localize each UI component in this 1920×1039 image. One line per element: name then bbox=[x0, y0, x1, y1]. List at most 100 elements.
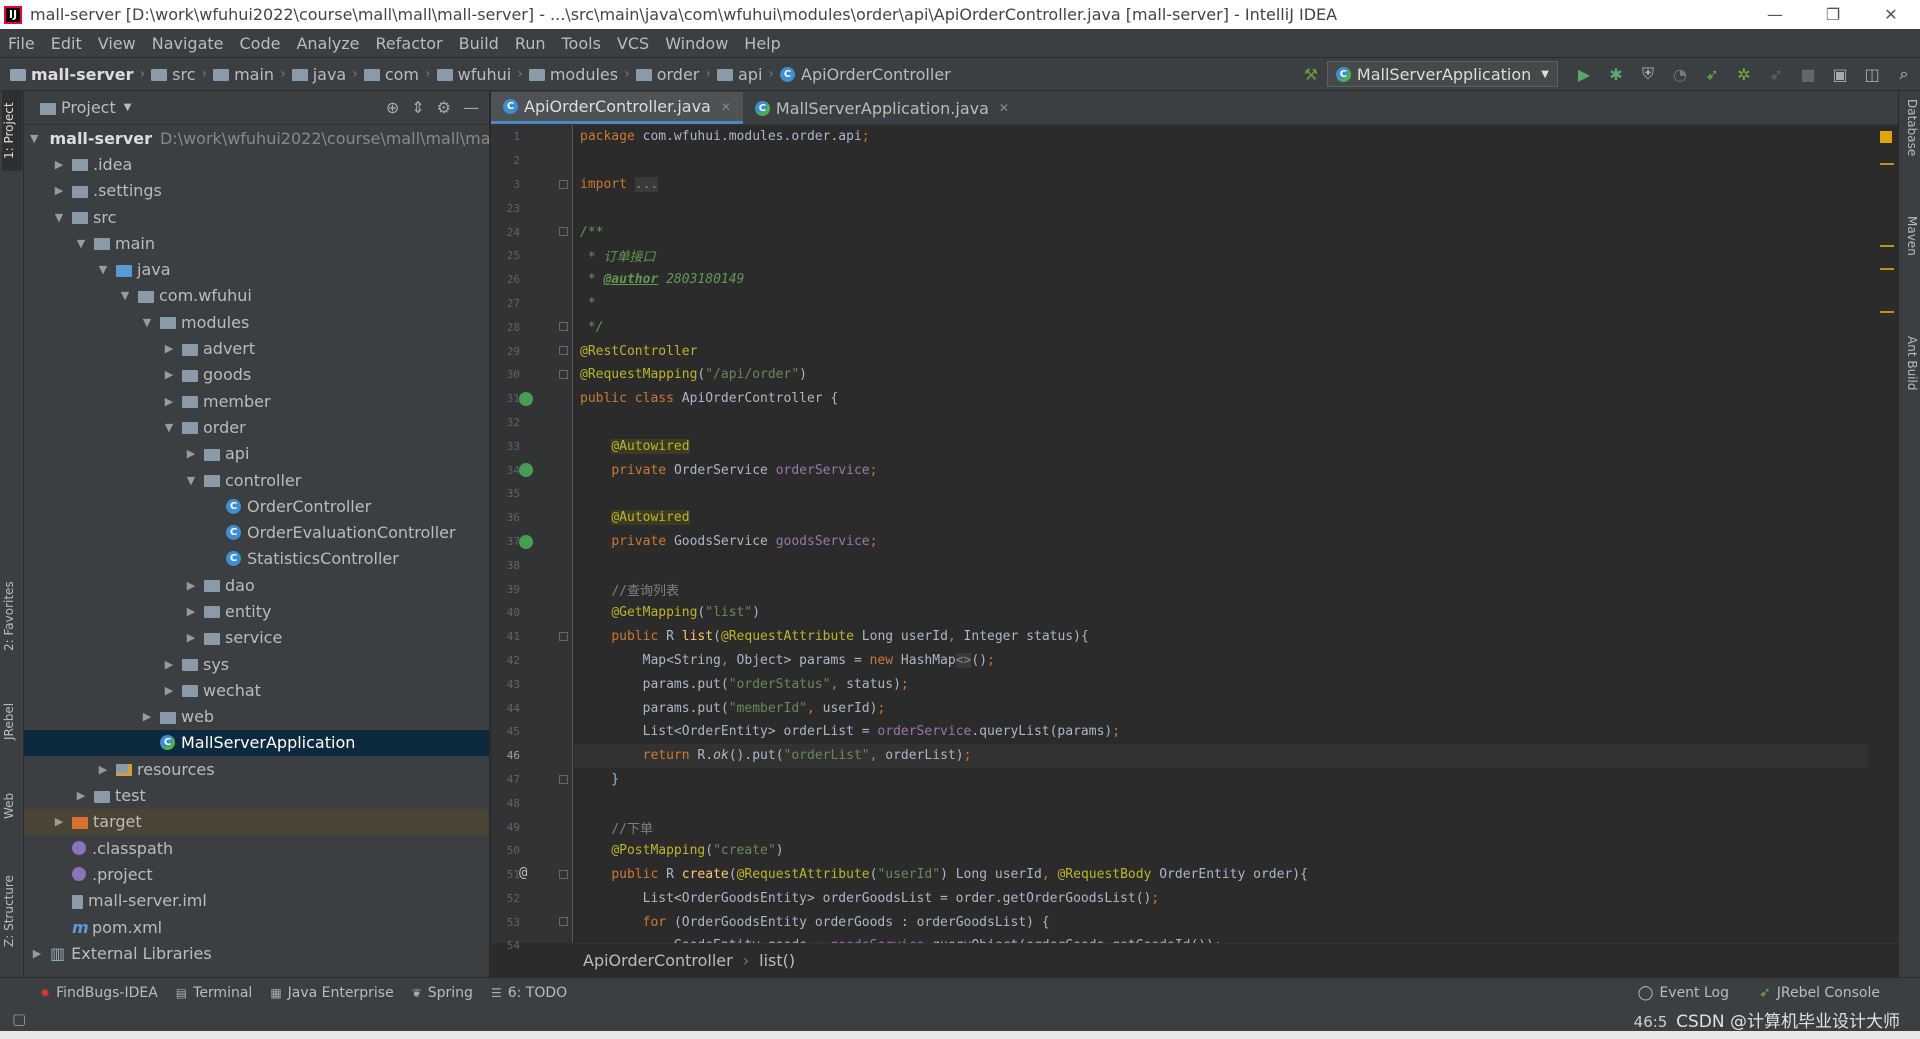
collapsed-arrow-icon[interactable]: ▶ bbox=[140, 710, 154, 723]
tree-node[interactable]: ▶ advert bbox=[24, 335, 489, 361]
collapsed-arrow-icon[interactable]: ▶ bbox=[184, 579, 198, 592]
line-number[interactable]: 44 bbox=[491, 696, 572, 720]
tree-node[interactable]: ▶ web bbox=[24, 704, 489, 730]
code-line[interactable]: @GetMapping("list") bbox=[574, 601, 1868, 625]
fold-toggle-icon[interactable] bbox=[559, 179, 568, 189]
editor-tab[interactable]: C ApiOrderController.java ✕ bbox=[491, 92, 743, 124]
menu-build[interactable]: Build bbox=[459, 34, 499, 53]
collapsed-arrow-icon[interactable]: ▶ bbox=[162, 684, 176, 697]
hide-icon[interactable]: — bbox=[463, 98, 479, 117]
menu-view[interactable]: View bbox=[98, 34, 136, 53]
tool-tab-structure[interactable]: Z: Structure bbox=[2, 861, 22, 961]
code-line[interactable]: private OrderService orderService; bbox=[574, 458, 1868, 482]
line-number[interactable]: 1 bbox=[491, 125, 572, 149]
breadcrumb-item[interactable]: java › bbox=[291, 65, 364, 84]
toggle-tool-windows-icon[interactable]: ▢ bbox=[12, 1010, 26, 1028]
line-number[interactable]: 27 bbox=[491, 292, 572, 316]
code-line[interactable] bbox=[574, 149, 1868, 173]
project-structure-icon[interactable]: ▣ bbox=[1829, 63, 1851, 85]
tree-node[interactable]: ▶ .idea bbox=[24, 151, 489, 177]
spring-bean-gutter-icon[interactable] bbox=[519, 534, 533, 549]
code-line[interactable]: @RequestMapping("/api/order") bbox=[574, 363, 1868, 387]
line-number[interactable]: 36 bbox=[491, 506, 572, 530]
tree-node[interactable]: C StatisticsController bbox=[24, 546, 489, 572]
tree-node[interactable]: mall-server.iml bbox=[24, 888, 489, 914]
tree-node[interactable]: ▶ goods bbox=[24, 362, 489, 388]
code-line[interactable]: Map<String, Object> params = new HashMap… bbox=[574, 649, 1868, 673]
breadcrumb-item[interactable]: com › bbox=[363, 65, 437, 84]
spring-bean-gutter-icon[interactable] bbox=[519, 463, 533, 478]
profile-icon[interactable]: ◔ bbox=[1669, 63, 1691, 85]
collapsed-arrow-icon[interactable]: ▶ bbox=[162, 342, 176, 355]
menu-refactor[interactable]: Refactor bbox=[376, 34, 443, 53]
expanded-arrow-icon[interactable]: ▼ bbox=[184, 474, 198, 487]
layout-icon[interactable]: ◫ bbox=[1861, 63, 1883, 85]
collapsed-arrow-icon[interactable]: ▶ bbox=[184, 447, 198, 460]
code-line[interactable]: public R list(@RequestAttribute Long use… bbox=[574, 625, 1868, 649]
code-line[interactable]: List<OrderGoodsEntity> orderGoodsList = … bbox=[574, 887, 1868, 911]
line-number[interactable]: 50 bbox=[491, 839, 572, 863]
jrebel-run-icon[interactable]: ➶ bbox=[1701, 63, 1723, 85]
code-line[interactable] bbox=[574, 553, 1868, 577]
restore-button[interactable]: ❐ bbox=[1804, 5, 1862, 24]
code-line[interactable]: @Autowired bbox=[574, 506, 1868, 530]
close-button[interactable]: ✕ bbox=[1862, 5, 1920, 24]
tool-tab-ant-build[interactable]: Ant Build bbox=[1901, 336, 1919, 436]
line-number[interactable]: 23 bbox=[491, 196, 572, 220]
line-number[interactable]: 30 bbox=[491, 363, 572, 387]
collapse-all-icon[interactable]: ⇕ bbox=[411, 98, 424, 117]
expanded-arrow-icon[interactable]: ▼ bbox=[52, 211, 66, 224]
line-number[interactable]: 48 bbox=[491, 791, 572, 815]
line-number[interactable]: 45 bbox=[491, 720, 572, 744]
tree-node[interactable]: ▶ sys bbox=[24, 651, 489, 677]
menu-run[interactable]: Run bbox=[515, 34, 546, 53]
tree-node[interactable]: ▼ src bbox=[24, 204, 489, 230]
collapsed-arrow-icon[interactable]: ▶ bbox=[96, 763, 110, 776]
code-line[interactable]: @RestController bbox=[574, 339, 1868, 363]
breadcrumb-class[interactable]: ApiOrderController bbox=[583, 951, 733, 970]
tool-window-button[interactable]: ❦ Spring bbox=[412, 985, 473, 1001]
expanded-arrow-icon[interactable]: ▼ bbox=[140, 316, 154, 329]
menu-code[interactable]: Code bbox=[240, 34, 281, 53]
fold-toggle-icon[interactable] bbox=[559, 917, 568, 927]
project-panel-title[interactable]: Project bbox=[61, 98, 116, 117]
line-number[interactable]: 46 bbox=[491, 744, 572, 768]
tool-tab-jrebel[interactable]: JRebel bbox=[2, 691, 22, 751]
line-number[interactable]: 25 bbox=[491, 244, 572, 268]
menu-analyze[interactable]: Analyze bbox=[296, 34, 359, 53]
code-line[interactable] bbox=[574, 791, 1868, 815]
tool-window-button[interactable]: ☰ 6: TODO bbox=[491, 985, 567, 1001]
collapsed-arrow-icon[interactable]: ▶ bbox=[74, 789, 88, 802]
breadcrumb-item[interactable]: main › bbox=[213, 65, 292, 84]
line-number[interactable]: 35 bbox=[491, 482, 572, 506]
line-number[interactable]: 41 bbox=[491, 625, 572, 649]
tree-node[interactable]: ▶ ▥ External Libraries bbox=[24, 940, 489, 966]
code-line[interactable]: @Autowired bbox=[574, 434, 1868, 458]
minimize-button[interactable]: — bbox=[1746, 5, 1804, 24]
breadcrumb-item[interactable]: order › bbox=[635, 65, 717, 84]
line-number[interactable]: 28 bbox=[491, 315, 572, 339]
line-number[interactable]: 54 bbox=[491, 934, 572, 958]
collapsed-arrow-icon[interactable]: ▶ bbox=[162, 368, 176, 381]
tool-tab-database[interactable]: Database bbox=[1901, 99, 1919, 189]
tool-window-button[interactable]: ▤ Terminal bbox=[176, 985, 253, 1001]
code-line[interactable]: GoodsEntity goods = goodsService.queryOb… bbox=[574, 934, 1868, 943]
run-config-select[interactable]: C MallServerApplication ▼ bbox=[1326, 61, 1558, 87]
tree-node[interactable]: ▼ com.wfuhui bbox=[24, 283, 489, 309]
breadcrumb-method[interactable]: list() bbox=[759, 951, 795, 970]
tree-node[interactable]: ▶ member bbox=[24, 388, 489, 414]
line-number[interactable]: 24 bbox=[491, 220, 572, 244]
tool-tab-favorites[interactable]: 2: Favorites bbox=[2, 571, 22, 661]
tree-node[interactable]: ▼ java bbox=[24, 256, 489, 282]
line-number[interactable]: 40 bbox=[491, 601, 572, 625]
code-line[interactable]: * 订单接口 bbox=[574, 244, 1868, 268]
expanded-arrow-icon[interactable]: ▼ bbox=[162, 421, 176, 434]
fold-toggle-icon[interactable] bbox=[559, 369, 568, 379]
line-number[interactable]: 34 bbox=[491, 458, 572, 482]
collapsed-arrow-icon[interactable]: ▶ bbox=[162, 395, 176, 408]
jrebel-update-icon[interactable]: ➶ bbox=[1765, 63, 1787, 85]
tree-node[interactable]: ▶ api bbox=[24, 441, 489, 467]
fold-toggle-icon[interactable] bbox=[559, 631, 568, 641]
spring-bean-gutter-icon[interactable] bbox=[519, 391, 533, 406]
breadcrumb-item[interactable]: C ApiOrderController bbox=[780, 65, 951, 84]
